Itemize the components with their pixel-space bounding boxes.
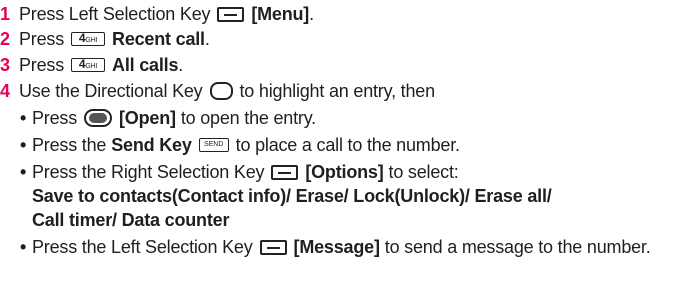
bullet-text: Press the Right Selection Key: [32, 162, 265, 182]
bullet-text-end: to place a call to the number.: [235, 135, 460, 155]
open-label: [Open]: [119, 108, 176, 128]
recent-call-label: Recent call: [112, 29, 205, 49]
instructions: 1 Press Left Selection Key [Menu] . 2 Pr…: [0, 0, 677, 283]
step-text-end: .: [178, 55, 184, 75]
bullet-text: Press the: [32, 135, 107, 155]
directional-key-icon: [209, 82, 233, 100]
bullet-text: Press: [32, 108, 78, 128]
step-number: 3: [0, 55, 10, 75]
step-number: 1: [0, 4, 10, 24]
step-1: 1 Press Left Selection Key [Menu] .: [0, 3, 314, 25]
bullet-marker: •: [20, 162, 27, 182]
menu-label: [Menu]: [251, 4, 310, 24]
step-text: Press Left Selection Key: [19, 4, 211, 24]
step-4: 4 Use the Directional Key to highlight a…: [0, 80, 435, 102]
options-list-line-2: Call timer/ Data counter: [32, 209, 229, 231]
number-4-key-icon: 4GHI: [71, 32, 106, 46]
bullet-marker: •: [20, 237, 27, 257]
step-number: 4: [0, 81, 10, 101]
step-text-end: to highlight an entry, then: [239, 81, 436, 101]
step-text: Press: [19, 29, 65, 49]
left-selection-key-icon: [259, 239, 287, 255]
options-label: [Options]: [305, 162, 384, 182]
step-3: 3 Press 4GHI All calls .: [0, 54, 183, 76]
all-calls-label: All calls: [112, 55, 179, 75]
send-key-icon: SEND: [198, 138, 229, 152]
step-number: 2: [0, 29, 10, 49]
step-2: 2 Press 4GHI Recent call .: [0, 28, 210, 50]
left-selection-key-icon: [217, 6, 245, 22]
bullet-text-end: to send a message to the number.: [384, 237, 651, 257]
bullet-message: • Press the Left Selection Key [Message]…: [20, 236, 651, 258]
bullet-marker: •: [20, 108, 27, 128]
step-text-end: .: [204, 29, 210, 49]
options-list: Call timer/ Data counter: [32, 210, 230, 230]
bullet-options: • Press the Right Selection Key [Options…: [20, 161, 459, 183]
options-list: Save to contacts(Contact info)/ Erase/ L…: [32, 186, 552, 206]
bullet-send: • Press the Send Key SEND to place a cal…: [20, 134, 460, 156]
step-text-end: .: [309, 4, 314, 24]
ok-key-icon: [84, 109, 113, 127]
number-4-key-icon: 4GHI: [71, 58, 106, 72]
options-list-line-1: Save to contacts(Contact info)/ Erase/ L…: [32, 185, 552, 207]
bullet-text: Press the Left Selection Key: [32, 237, 253, 257]
step-text: Use the Directional Key: [19, 81, 203, 101]
bullet-text-end: to select:: [388, 162, 459, 182]
bullet-marker: •: [20, 135, 27, 155]
bullet-text-end: to open the entry.: [180, 108, 316, 128]
step-text: Press: [19, 55, 65, 75]
right-selection-key-icon: [271, 164, 299, 180]
message-label: [Message]: [293, 237, 380, 257]
send-key-label: Send Key: [111, 135, 192, 155]
bullet-open: • Press [Open] to open the entry.: [20, 107, 316, 129]
